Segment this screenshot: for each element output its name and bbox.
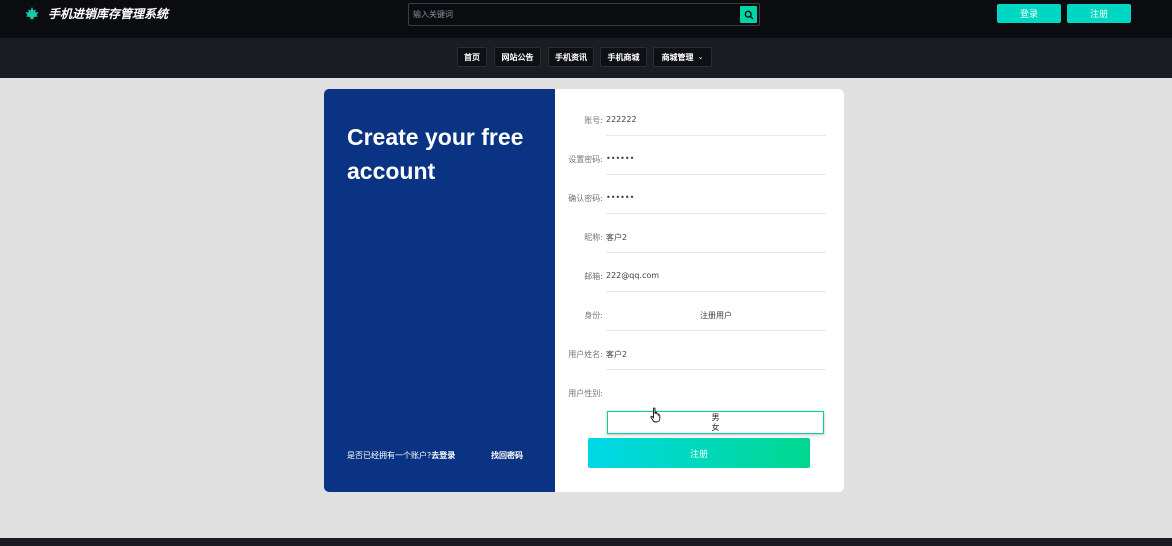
gender-label: 用户性别: bbox=[568, 389, 603, 398]
register-button[interactable]: 注册 bbox=[1067, 4, 1131, 23]
password-row: 设置密码: •••••• bbox=[555, 128, 844, 175]
search-input[interactable] bbox=[413, 6, 733, 22]
maple-leaf-icon bbox=[25, 6, 39, 20]
nickname-label: 昵称: bbox=[584, 233, 603, 242]
hand-cursor-icon bbox=[650, 407, 661, 423]
nav-mall-management[interactable]: 商城管理 ⌄ bbox=[653, 47, 712, 67]
password-label: 设置密码: bbox=[568, 155, 603, 164]
username-label: 用户姓名: bbox=[568, 350, 603, 359]
confirm-password-field[interactable]: •••••• bbox=[606, 193, 826, 202]
nav-phone-news-label: 手机资讯 bbox=[555, 52, 587, 62]
account-label: 账号: bbox=[584, 116, 603, 125]
have-account-text: 是否已经拥有一个账户?去登录 bbox=[347, 450, 455, 461]
identity-row: 身份: 注册用户 bbox=[555, 284, 844, 331]
chevron-down-icon: ⌄ bbox=[697, 53, 704, 61]
gender-option-male[interactable]: 男 bbox=[608, 413, 823, 423]
confirm-password-row: 确认密码: •••••• bbox=[555, 167, 844, 214]
panel-headline: Create your free account bbox=[347, 124, 524, 184]
email-label: 邮箱: bbox=[584, 272, 603, 281]
username-field[interactable]: 客户2 bbox=[606, 349, 826, 360]
search-button[interactable] bbox=[740, 6, 757, 23]
top-bar: 手机进销库存管理系统 登录 注册 bbox=[0, 0, 1172, 38]
email-row: 邮箱: 222@qq.com bbox=[555, 245, 844, 292]
nickname-row: 昵称: 客户2 bbox=[555, 206, 844, 253]
account-field[interactable]: 222222 bbox=[606, 115, 826, 124]
nav-mall-management-label: 商城管理 bbox=[661, 52, 694, 62]
go-login-link[interactable]: 去登录 bbox=[431, 451, 455, 460]
nav-phone-mall[interactable]: 手机商城 bbox=[600, 47, 647, 67]
nav-home[interactable]: 首页 bbox=[457, 47, 487, 67]
site-title: 手机进销库存管理系统 bbox=[48, 7, 169, 21]
nav-phone-mall-label: 手机商城 bbox=[607, 52, 640, 62]
find-password-link[interactable]: 找回密码 bbox=[491, 450, 523, 461]
identity-label: 身份: bbox=[584, 311, 603, 320]
search-icon bbox=[744, 10, 753, 19]
footer-bar bbox=[0, 538, 1172, 546]
have-account-question: 是否已经拥有一个账户? bbox=[347, 451, 432, 460]
gender-row: 用户性别: bbox=[555, 362, 844, 401]
confirm-password-label: 确认密码: bbox=[568, 194, 603, 203]
promo-panel: Create your free account 是否已经拥有一个账户?去登录 … bbox=[324, 89, 555, 492]
nav-announcements[interactable]: 网站公告 bbox=[494, 47, 541, 67]
nickname-field[interactable]: 客户2 bbox=[606, 232, 826, 243]
search-box bbox=[408, 3, 760, 26]
password-field[interactable]: •••••• bbox=[606, 154, 826, 163]
email-field[interactable]: 222@qq.com bbox=[606, 271, 826, 280]
nav-announcements-label: 网站公告 bbox=[501, 52, 534, 62]
gender-option-female[interactable]: 女 bbox=[608, 423, 823, 433]
login-button[interactable]: 登录 bbox=[997, 4, 1061, 23]
gender-select-dropdown[interactable]: 男 女 bbox=[607, 411, 824, 434]
submit-register-button[interactable]: 注册 bbox=[588, 438, 810, 468]
username-row: 用户姓名: 客户2 bbox=[555, 323, 844, 370]
logo[interactable]: 手机进销库存管理系统 bbox=[24, 5, 168, 22]
nav-phone-news[interactable]: 手机资讯 bbox=[548, 47, 594, 67]
identity-select[interactable]: 注册用户 bbox=[606, 310, 826, 321]
nav-home-label: 首页 bbox=[464, 52, 480, 62]
account-row: 账号: 222222 bbox=[555, 89, 844, 136]
main-nav: 首页 网站公告 手机资讯 手机商城 商城管理 ⌄ bbox=[0, 38, 1172, 78]
